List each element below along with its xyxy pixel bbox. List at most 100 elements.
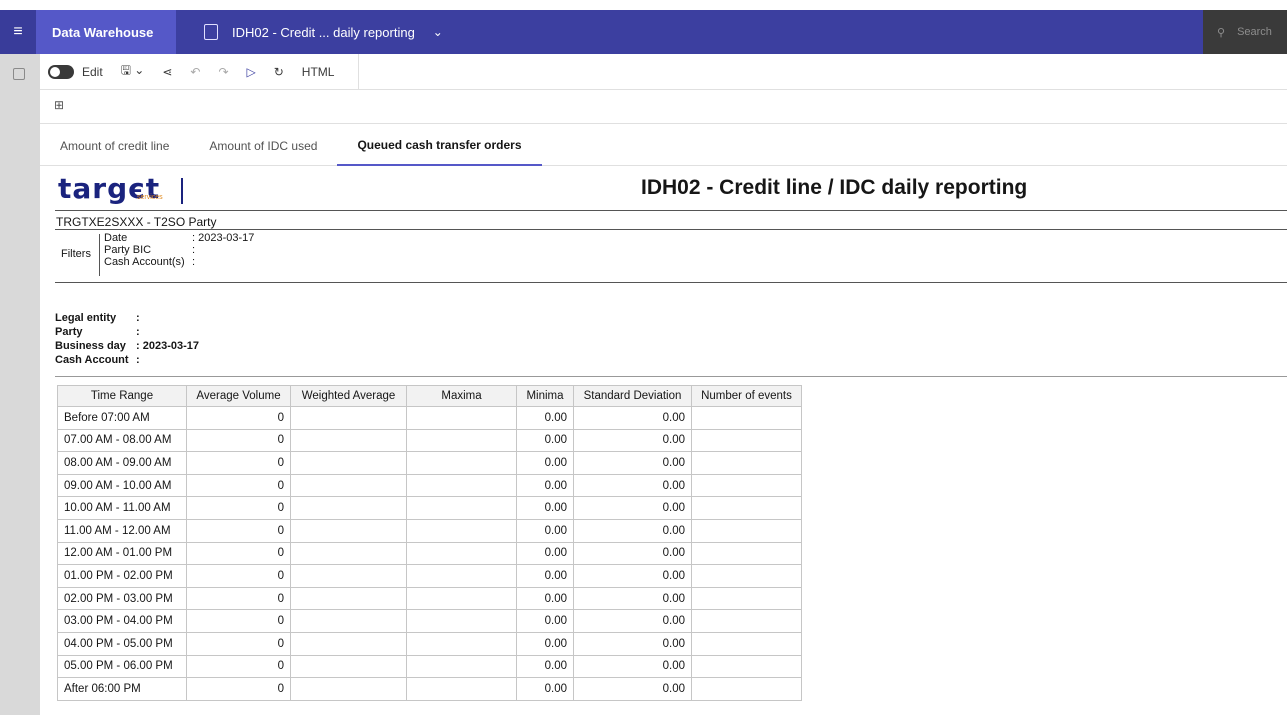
- table-cell: 01.00 PM - 02.00 PM: [57, 564, 187, 588]
- hamburger-menu-icon[interactable]: ≡: [0, 10, 36, 54]
- table-cell: [406, 564, 517, 588]
- table-cell: 0: [186, 586, 291, 611]
- table-cell: 0.00: [516, 518, 574, 543]
- document-tab[interactable]: IDH02 - Credit ... daily reporting ⌄: [176, 10, 443, 54]
- table-cell: 0.00: [573, 541, 692, 566]
- run-icon[interactable]: ▷: [247, 65, 256, 79]
- table-cell: [290, 406, 407, 430]
- tab-queued-cash-transfer-orders[interactable]: Queued cash transfer orders: [337, 126, 542, 166]
- clipboard-icon[interactable]: [13, 68, 25, 80]
- search-box[interactable]: ⚲ Search: [1203, 10, 1287, 54]
- table-cell: [290, 654, 407, 679]
- insert-table-icon[interactable]: ⊞: [54, 98, 64, 112]
- table-row: 09.00 AM - 10.00 AM 0 0.00 0.00: [57, 473, 802, 498]
- tab-amount-of-credit-line[interactable]: Amount of credit line: [40, 126, 189, 166]
- table-cell: 0.00: [573, 451, 692, 475]
- table-cell: [290, 631, 407, 656]
- document-title: IDH02 - Credit ... daily reporting: [232, 24, 415, 40]
- table-row: 05.00 PM - 06.00 PM 0 0.00 0.00: [57, 654, 802, 679]
- table-cell: 12.00 AM - 01.00 PM: [57, 541, 187, 566]
- table-cell: [290, 496, 407, 520]
- table-row: 12.00 AM - 01.00 PM 0 0.00 0.00: [57, 541, 802, 566]
- table-cell: [406, 428, 517, 453]
- table-row: 03.00 PM - 04.00 PM 0 0.00 0.00: [57, 609, 802, 633]
- search-icon: ⚲: [1217, 26, 1226, 39]
- table-cell: [406, 609, 517, 633]
- chevron-down-icon[interactable]: ⌄: [433, 25, 443, 39]
- table-cell: 0.00: [573, 586, 692, 611]
- table-row: 11.00 AM - 12.00 AM 0 0.00 0.00: [57, 518, 802, 543]
- table-cell: 07.00 AM - 08.00 AM: [57, 428, 187, 453]
- table-cell: 0.00: [516, 451, 574, 475]
- party-line: TRGTXE2SXXX - T2SO Party: [56, 215, 217, 229]
- col-number-of-events: Number of events: [691, 385, 802, 407]
- report-icon: [204, 24, 218, 40]
- table-cell: 0: [186, 451, 291, 475]
- html-output-button[interactable]: HTML: [302, 65, 335, 79]
- redo-icon[interactable]: ↷: [218, 65, 228, 79]
- table-cell: [290, 609, 407, 633]
- table-cell: [406, 496, 517, 520]
- table-cell: [406, 586, 517, 611]
- table-cell: 0: [186, 654, 291, 679]
- table-cell: 0.00: [516, 609, 574, 633]
- table-row: 10.00 AM - 11.00 AM 0 0.00 0.00: [57, 496, 802, 520]
- party-rule: [55, 229, 1287, 230]
- refresh-icon[interactable]: ↻: [274, 65, 284, 79]
- table-cell: [290, 564, 407, 588]
- table-cell: 0.00: [516, 677, 574, 701]
- queued-cash-transfer-table: Time Range Average Volume Weighted Avera…: [57, 385, 802, 701]
- table-cell: [691, 564, 802, 588]
- table-cell: 11.00 AM - 12.00 AM: [57, 518, 187, 543]
- top-bar: ≡ Data Warehouse IDH02 - Credit ... dail…: [0, 10, 1287, 54]
- undo-icon[interactable]: ↶: [190, 65, 200, 79]
- table-cell: [691, 473, 802, 498]
- table-cell: 0: [186, 631, 291, 656]
- tab-amount-of-idc-used[interactable]: Amount of IDC used: [189, 126, 337, 166]
- table-row: 08.00 AM - 09.00 AM 0 0.00 0.00: [57, 451, 802, 475]
- col-average-volume: Average Volume: [186, 385, 291, 407]
- table-cell: [406, 473, 517, 498]
- table-cell: 03.00 PM - 04.00 PM: [57, 609, 187, 633]
- table-cell: [691, 496, 802, 520]
- table-cell: [406, 654, 517, 679]
- table-cell: 0: [186, 677, 291, 701]
- table-cell: [290, 518, 407, 543]
- save-icon[interactable]: 🖫 ⌄: [121, 61, 145, 82]
- filters-label: Filters: [61, 248, 91, 260]
- table-header-row: Time Range Average Volume Weighted Avera…: [57, 385, 802, 407]
- table-cell: 0.00: [516, 586, 574, 611]
- table-row: 02.00 PM - 03.00 PM 0 0.00 0.00: [57, 586, 802, 611]
- table-cell: 05.00 PM - 06.00 PM: [57, 654, 187, 679]
- edit-toggle[interactable]: [48, 64, 74, 79]
- table-body: Before 07:00 AM 0 0.00 0.00 07.00 AM - 08.00…: [57, 406, 802, 701]
- app-name[interactable]: Data Warehouse: [36, 10, 176, 54]
- table-cell: 0: [186, 518, 291, 543]
- table-cell: 0.00: [573, 609, 692, 633]
- table-cell: [691, 451, 802, 475]
- toolbar-divider: [358, 53, 360, 90]
- share-icon[interactable]: ⋖: [162, 65, 172, 79]
- table-cell: 0.00: [516, 406, 574, 430]
- report-page: targєt services IDH02 - Credit line / ID…: [55, 166, 1287, 715]
- table-cell: 0.00: [573, 677, 692, 701]
- table-cell: 04.00 PM - 05.00 PM: [57, 631, 187, 656]
- table-cell: [406, 541, 517, 566]
- table-cell: [691, 586, 802, 611]
- table-cell: 0: [186, 473, 291, 498]
- table-cell: [406, 406, 517, 430]
- filter-party-bic: Party BIC:: [104, 244, 196, 256]
- table-cell: 0.00: [573, 654, 692, 679]
- table-cell: 0.00: [516, 428, 574, 453]
- col-minima: Minima: [516, 385, 574, 407]
- table-row: After 06:00 PM 0 0.00 0.00: [57, 677, 802, 701]
- info-legal-entity: Legal entity:: [55, 312, 140, 324]
- table-cell: 0.00: [573, 473, 692, 498]
- table-cell: After 06:00 PM: [57, 677, 187, 701]
- table-cell: [691, 518, 802, 543]
- header-rule: [55, 210, 1287, 211]
- table-cell: 0.00: [516, 496, 574, 520]
- table-cell: 0: [186, 406, 291, 430]
- report-title: IDH02 - Credit line / IDC daily reportin…: [641, 176, 1028, 199]
- col-time-range: Time Range: [57, 385, 187, 407]
